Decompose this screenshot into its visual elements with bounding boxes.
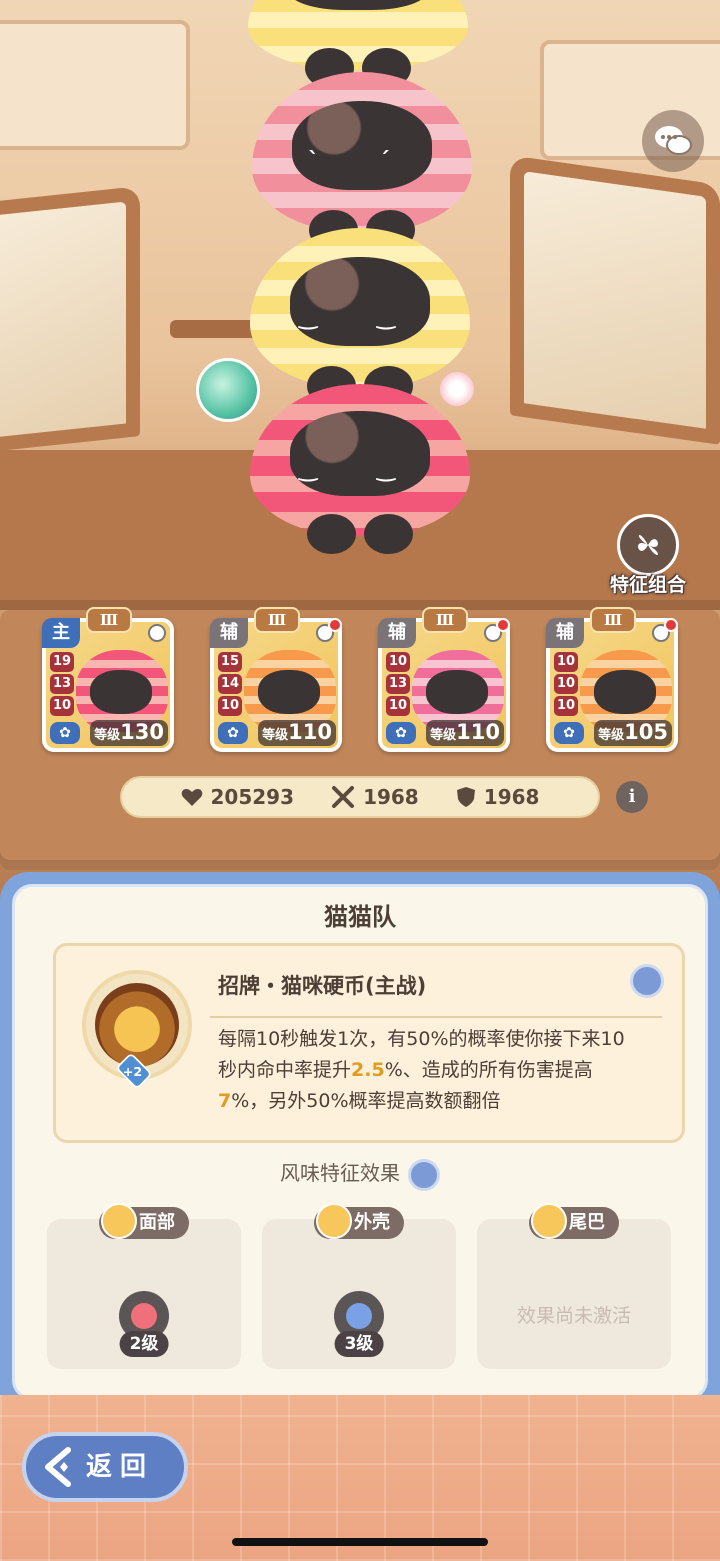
- team-stats-bar: 205293 1968 1968: [120, 776, 600, 818]
- skill-card: +2 招牌・猫咪硬币(主战) 每隔10秒触发1次，有50%的概率使你接下来10秒…: [53, 943, 685, 1143]
- heart-icon: [181, 789, 202, 806]
- back-label: 返回: [86, 1452, 155, 1482]
- rank-badge: Ⅲ: [590, 607, 636, 633]
- slot-level: 2级: [119, 1331, 169, 1357]
- back-button[interactable]: 返回: [22, 1432, 188, 1502]
- slot-level: 3级: [334, 1331, 384, 1357]
- back-arrow-icon: [45, 1447, 71, 1487]
- card-stats: 15 14 10: [218, 652, 242, 716]
- home-indicator[interactable]: [232, 1538, 488, 1546]
- hp-value: 205293: [210, 785, 295, 809]
- cat-card-4[interactable]: Ⅲ 辅 10 10 10 ✿ 等级105: [546, 607, 678, 752]
- panel-title: 猫猫队: [324, 903, 396, 931]
- slot-tag: 外壳: [314, 1203, 404, 1239]
- slot-inactive-text: 效果尚未激活: [516, 1305, 631, 1327]
- attack-stat: 1968: [331, 785, 419, 809]
- card-stats: 10 10 10: [554, 652, 578, 716]
- team-panel: 猫猫队 +2 招牌・猫咪硬币(主战) 每隔10秒触发1次，有50%的概率使你接下…: [0, 872, 720, 1412]
- paw-icon: ✿: [218, 722, 248, 744]
- notification-dot: [664, 618, 678, 632]
- paw-icon: ✿: [50, 722, 80, 744]
- lock-icon[interactable]: [148, 624, 166, 642]
- shield-icon: [456, 787, 475, 807]
- face-icon: [101, 1203, 137, 1239]
- rank-badge: Ⅲ: [422, 607, 468, 633]
- traits-combo-button[interactable]: 特征组合: [606, 514, 690, 597]
- crossed-swords-icon: [332, 786, 355, 808]
- card-level: 等级105: [594, 720, 672, 746]
- skill-zoom-button[interactable]: [630, 964, 664, 998]
- info-button[interactable]: i: [616, 781, 648, 813]
- chat-bubbles-icon: [655, 126, 692, 155]
- hp-stat: 205293: [181, 785, 295, 809]
- defense-value: 1968: [483, 785, 540, 809]
- role-badge: 辅: [546, 618, 584, 648]
- role-badge: 辅: [210, 618, 248, 648]
- cat-card-1[interactable]: Ⅲ 主 19 13 10 ✿ 等级130: [42, 607, 174, 752]
- traits-combo-label: 特征组合: [609, 574, 686, 596]
- role-badge: 主: [42, 618, 80, 648]
- divider: [210, 1016, 662, 1018]
- window-left: [0, 186, 140, 454]
- card-level: 等级110: [426, 720, 504, 746]
- flavor-effects-heading: 风味特征效果: [15, 1157, 705, 1191]
- slot-tag: 面部: [99, 1203, 189, 1239]
- slot-tag: 尾巴: [529, 1203, 619, 1239]
- flavor-zoom-button[interactable]: [408, 1158, 440, 1191]
- role-badge: 辅: [378, 618, 416, 648]
- skill-name: 招牌・猫咪硬币(主战): [218, 974, 427, 998]
- notification-dot: [496, 618, 510, 632]
- paw-icon: ✿: [554, 722, 584, 744]
- cat-card-3[interactable]: Ⅲ 辅 10 13 10 ✿ 等级110: [378, 607, 510, 752]
- skill-description: 每隔10秒触发1次，有50%的概率使你接下来10秒内命中率提升2.5%、造成的所…: [218, 1028, 625, 1112]
- rank-badge: Ⅲ: [254, 607, 300, 633]
- rank-badge: Ⅲ: [86, 607, 132, 633]
- slot-tail[interactable]: 尾巴 效果尚未激活: [477, 1203, 671, 1369]
- card-stats: 10 13 10: [386, 652, 410, 716]
- notification-dot: [328, 618, 342, 632]
- window-right: [510, 155, 720, 445]
- shell-icon: [316, 1203, 352, 1239]
- cat-card-2[interactable]: Ⅲ 辅 15 14 10 ✿ 等级110: [210, 607, 342, 752]
- defense-stat: 1968: [456, 785, 540, 809]
- slot-face[interactable]: 面部 2级: [47, 1203, 241, 1369]
- chat-button[interactable]: [642, 110, 704, 172]
- green-orb: [196, 358, 260, 422]
- card-level: 等级110: [258, 720, 336, 746]
- tail-icon: [531, 1203, 567, 1239]
- card-stats: 19 13 10: [50, 652, 74, 716]
- paw-icon: ✿: [386, 722, 416, 744]
- attack-value: 1968: [363, 785, 419, 809]
- ceiling-box-left: [0, 20, 190, 150]
- wall-shelf: [170, 320, 260, 338]
- card-level: 等级130: [90, 720, 168, 746]
- slot-shell[interactable]: 外壳 3级: [262, 1203, 456, 1369]
- four-petal-icon: [638, 535, 658, 555]
- pink-orb: [440, 372, 474, 406]
